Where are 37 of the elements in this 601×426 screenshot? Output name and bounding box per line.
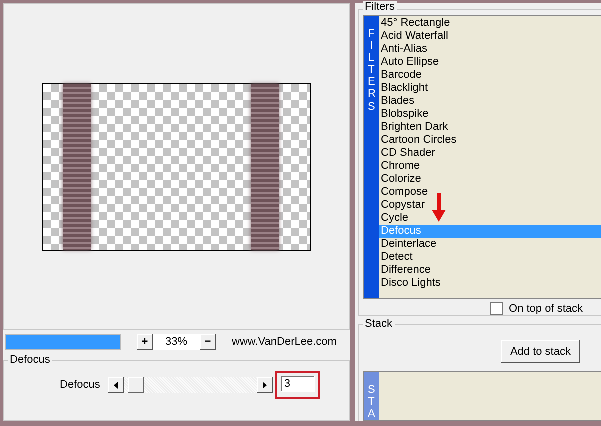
filter-item[interactable]: Deinterlace <box>379 238 601 251</box>
website-link[interactable]: www.VanDerLee.com <box>232 336 337 348</box>
add-to-stack-button[interactable]: Add to stack <box>501 340 580 363</box>
filter-item[interactable]: CD Shader <box>379 147 601 160</box>
filter-item[interactable]: Blobspike <box>379 108 601 121</box>
filter-item[interactable]: Acid Waterfall <box>379 30 601 43</box>
zoom-percent: 33% <box>153 334 200 350</box>
zoom-in-button[interactable]: + <box>137 334 153 350</box>
filter-item[interactable]: Chrome <box>379 160 601 173</box>
filter-item[interactable]: Auto Ellipse <box>379 56 601 69</box>
filter-item[interactable]: Anti-Alias <box>379 43 601 56</box>
filter-item[interactable]: Cycle <box>379 212 601 225</box>
strip-label: FILTERS <box>368 28 375 115</box>
slider-thumb[interactable] <box>128 377 144 393</box>
filter-item[interactable]: Colorize <box>379 173 601 186</box>
filter-item[interactable]: Barcode <box>379 69 601 82</box>
filter-item[interactable]: Compose <box>379 186 601 199</box>
defocus-label: Defocus <box>60 379 100 391</box>
right-arrow-button[interactable] <box>257 377 274 393</box>
filter-item[interactable]: Copystar <box>379 199 601 212</box>
down-arrow-icon <box>432 193 446 222</box>
filter-item[interactable]: Disco Lights <box>379 277 601 290</box>
right-triangle-icon <box>263 382 268 388</box>
value-field[interactable]: 3 <box>281 376 316 392</box>
filter-item[interactable]: Blacklight <box>379 82 601 95</box>
filter-item[interactable]: Blades <box>379 95 601 108</box>
left-arrow-button[interactable] <box>108 377 124 393</box>
filter-item[interactable]: Difference <box>379 264 601 277</box>
checkbox-label[interactable]: On top of stack <box>509 302 583 314</box>
left-triangle-icon <box>114 382 118 388</box>
filter-item[interactable]: Detect <box>379 251 601 264</box>
strip-label: STA <box>368 384 375 420</box>
zoom-out-button[interactable]: − <box>200 334 216 350</box>
filter-item[interactable]: 45° Rectangle <box>379 17 601 30</box>
checkbox[interactable] <box>490 302 504 315</box>
filter-item[interactable]: Cartoon Circles <box>379 134 601 147</box>
filter-item[interactable]: Brighten Dark <box>379 121 601 134</box>
